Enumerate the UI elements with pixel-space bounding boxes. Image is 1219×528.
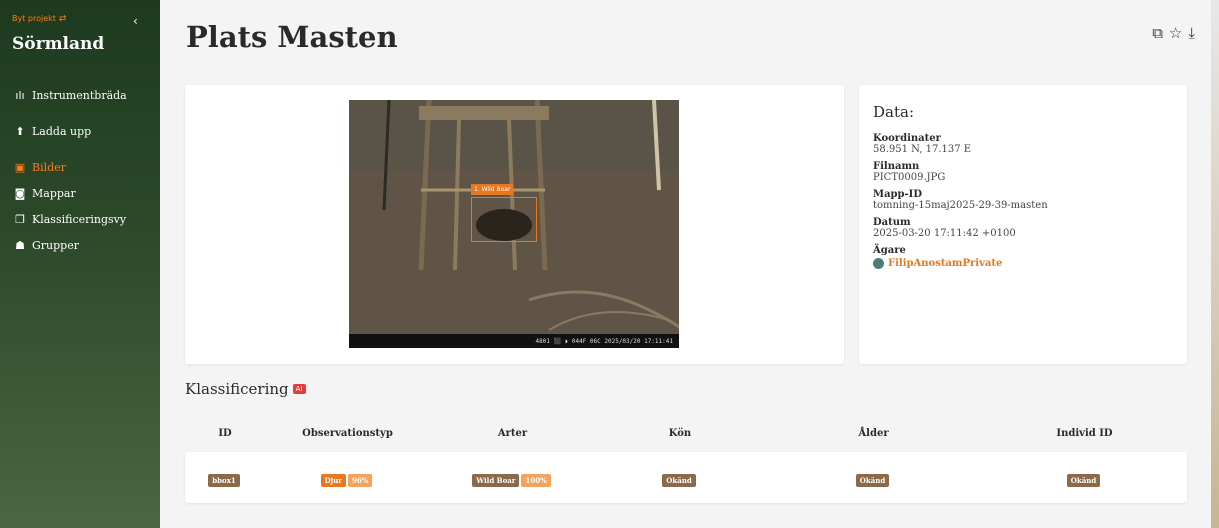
chevron-left-icon[interactable]: ‹	[133, 14, 138, 28]
individual-id-chip[interactable]: Okänd	[1066, 474, 1101, 487]
age-chip[interactable]: Okänd	[855, 474, 890, 487]
copy-icon[interactable]: ⧉	[1152, 24, 1163, 42]
sidebar-item-label: Instrumentbräda	[32, 88, 127, 102]
cell-sex: Okänd	[595, 468, 765, 487]
avatar	[873, 258, 884, 269]
date-label: Datum	[873, 217, 911, 228]
sidebar-item-label: Mappar	[32, 186, 76, 200]
species-chip[interactable]: Wild Boar	[472, 474, 520, 487]
cell-age: Okänd	[765, 468, 982, 487]
photo-footer: 4801 ⬛ ◗ 044F 06C 2025/03/20 17:11:41	[349, 334, 679, 348]
observation-type-chip[interactable]: Djur	[320, 474, 346, 487]
sidebar-item-ladda-upp[interactable]: ⬆ Ladda upp	[12, 118, 157, 144]
data-title: Data:	[873, 103, 914, 121]
users-icon: ☗	[15, 238, 25, 252]
download-icon[interactable]: ⤓	[1188, 24, 1195, 42]
filename-value: PICT0009.JPG	[873, 172, 946, 183]
switch-project-link[interactable]: Byt projekt ⇄	[12, 14, 66, 24]
column-header-species: Arter	[497, 428, 528, 439]
date-value: 2025-03-20 17:11:42 +0100	[873, 228, 1016, 239]
owner-link[interactable]: FilipAnostamPrivate	[873, 258, 1173, 269]
sidebar-item-instrumentbrada[interactable]: ılı Instrumentbräda	[12, 82, 157, 108]
coordinates-label: Koordinater	[873, 133, 941, 144]
camera-trap-photo[interactable]: 1. Wild Boar 4801 ⬛ ◗ 044F 06C 2025/03/2…	[349, 100, 679, 348]
column-header-age: Ålder	[858, 428, 889, 439]
cell-individual-id: Okänd	[982, 468, 1187, 487]
cell-species: Wild Boar 100%	[430, 468, 595, 487]
page-title: Plats Masten	[186, 20, 398, 54]
copy-icon: ❐	[15, 212, 25, 226]
ai-badge: AI	[292, 384, 306, 394]
image-card: 1. Wild Boar 4801 ⬛ ◗ 044F 06C 2025/03/2…	[185, 85, 844, 364]
table-row[interactable]: bbox1 Djur 96% Wild Boar 100% Okänd Okänd …	[185, 452, 1187, 503]
cell-id: bbox1	[185, 468, 265, 487]
species-confidence-chip: 100%	[521, 474, 551, 487]
bar-chart-icon: ılı	[15, 88, 25, 102]
detection-box[interactable]	[471, 197, 537, 242]
camera-icon: ◙	[14, 186, 26, 200]
column-header-id: ID	[218, 428, 232, 439]
sidebar-item-bilder[interactable]: ▣ Bilder	[12, 154, 157, 180]
scroll-edge	[1211, 0, 1219, 528]
id-chip: bbox1	[208, 474, 240, 487]
folder-id-value: tomning-15maj2025-29-39-masten	[873, 200, 1048, 211]
swap-icon: ⇄	[58, 14, 67, 24]
sex-chip[interactable]: Okänd	[662, 474, 696, 487]
main-content: Plats Masten ⧉ ☆ ⤓ 1. Wild Boar 4801 ⬛ ◗…	[160, 0, 1219, 528]
filename-label: Filnamn	[873, 161, 920, 172]
owner-name: FilipAnostamPrivate	[888, 258, 1003, 269]
column-header-individual-id: Individ ID	[1056, 428, 1113, 439]
column-header-sex: Kön	[668, 428, 692, 439]
detection-label: 1. Wild Boar	[471, 184, 514, 195]
folder-id-label: Mapp-ID	[873, 189, 923, 200]
column-header-observation-type: Observationstyp	[302, 428, 393, 439]
data-card: Data: Koordinater 58.951 N, 17.137 E Fil…	[859, 85, 1187, 364]
owner-label: Ägare	[873, 245, 906, 256]
project-name: Sörmland	[12, 34, 105, 54]
classification-heading: Klassificering	[185, 380, 289, 398]
coordinates-value: 58.951 N, 17.137 E	[873, 144, 972, 155]
header-actions: ⧉ ☆ ⤓	[1152, 24, 1195, 42]
images-icon: ▣	[14, 160, 26, 174]
star-icon[interactable]: ☆	[1169, 24, 1182, 42]
sidebar-nav: ılı Instrumentbräda ⬆ Ladda upp ▣ Bilder…	[12, 82, 157, 258]
sidebar-item-grupper[interactable]: ☗ Grupper	[12, 232, 157, 258]
cell-observation-type: Djur 96%	[265, 468, 430, 487]
sidebar-item-klassificeringsvy[interactable]: ❐ Klassificeringsvy	[12, 206, 157, 232]
table-header: ID Observationstyp Arter Kön Ålder Indiv…	[185, 428, 1187, 444]
sidebar-item-label: Bilder	[32, 160, 66, 174]
sidebar-item-mappar[interactable]: ◙ Mappar	[12, 180, 157, 206]
observation-confidence-chip: 96%	[347, 474, 373, 487]
switch-project-label: Byt projekt	[12, 14, 56, 23]
upload-icon: ⬆	[15, 124, 25, 138]
classification-title: Klassificering AI	[185, 380, 306, 398]
sidebar-item-label: Ladda upp	[32, 124, 92, 138]
sidebar-item-label: Klassificeringsvy	[32, 212, 127, 226]
sidebar: Byt projekt ⇄ ‹ Sörmland ılı Instrumentbr…	[0, 0, 160, 528]
sidebar-item-label: Grupper	[32, 238, 79, 252]
